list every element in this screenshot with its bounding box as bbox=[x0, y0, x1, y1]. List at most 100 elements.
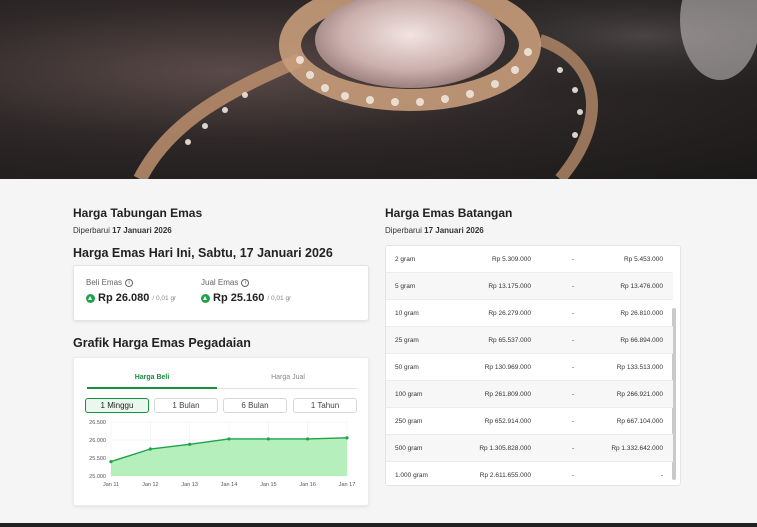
price-up-icon bbox=[201, 293, 210, 303]
separator-cell: - bbox=[572, 418, 575, 425]
table-row: 5 gram Rp 13.175.000 - Rp 13.476.000 bbox=[386, 273, 673, 300]
jual-label: Jual Emas bbox=[201, 278, 239, 287]
price-chart-card: Harga Beli Harga Jual 1 Minggu 1 Bulan 6… bbox=[73, 357, 369, 506]
beli-value: Rp 26.080 bbox=[98, 292, 150, 304]
weight-cell: 2 gram bbox=[395, 256, 416, 263]
buy-price-cell: Rp 5.309.000 bbox=[491, 256, 531, 263]
x-tick-label: Jan 15 bbox=[260, 482, 277, 488]
buy-price-cell: Rp 130.969.000 bbox=[484, 364, 531, 371]
buy-price-cell: Rp 261.809.000 bbox=[484, 391, 531, 398]
data-point[interactable] bbox=[227, 437, 231, 441]
sell-price-cell: Rp 66.894.000 bbox=[620, 337, 663, 344]
jual-value: Rp 25.160 bbox=[213, 292, 265, 304]
buy-price-cell: Rp 1.305.828.000 bbox=[479, 445, 531, 452]
data-point[interactable] bbox=[266, 437, 270, 441]
range-1-bulan-button[interactable]: 1 Bulan bbox=[154, 398, 218, 413]
table-row: 25 gram Rp 65.537.000 - Rp 66.894.000 bbox=[386, 327, 673, 354]
x-tick-label: Jan 11 bbox=[103, 482, 119, 488]
sell-price-cell: Rp 26.810.000 bbox=[620, 310, 663, 317]
x-tick-label: Jan 16 bbox=[299, 482, 316, 488]
tab-harga-beli[interactable]: Harga Beli bbox=[87, 372, 217, 389]
info-icon[interactable]: i bbox=[241, 278, 250, 287]
content-area: Harga Tabungan Emas Diperbarui 17 Januar… bbox=[0, 179, 757, 527]
table-row: 10 gram Rp 26.279.000 - Rp 26.810.000 bbox=[386, 300, 673, 327]
sell-price-cell: Rp 266.921.000 bbox=[616, 391, 663, 398]
batangan-price-table[interactable]: 2 gram Rp 5.309.000 - Rp 5.453.000 5 gram Rp … bbox=[385, 245, 681, 486]
updated-prefix: Diperbarui bbox=[385, 226, 422, 235]
separator-cell: - bbox=[572, 283, 575, 290]
weight-cell: 250 gram bbox=[395, 418, 423, 425]
jual-unit: / 0,01 gr bbox=[267, 294, 292, 302]
y-tick-label: 26.000 bbox=[89, 438, 106, 444]
weight-cell: 50 gram bbox=[395, 364, 419, 371]
data-point[interactable] bbox=[148, 447, 152, 451]
updated-prefix: Diperbarui bbox=[73, 226, 110, 235]
separator-cell: - bbox=[572, 445, 575, 452]
sell-price-cell: Rp 5.453.000 bbox=[623, 256, 663, 263]
weight-cell: 500 gram bbox=[395, 445, 423, 452]
buy-price-cell: Rp 13.175.000 bbox=[488, 283, 531, 290]
sell-price-cell: Rp 133.513.000 bbox=[616, 364, 663, 371]
data-point[interactable] bbox=[306, 437, 310, 441]
range-1-minggu-button[interactable]: 1 Minggu bbox=[85, 398, 149, 413]
price-up-icon bbox=[86, 293, 95, 303]
range-1-tahun-button[interactable]: 1 Tahun bbox=[293, 398, 357, 413]
ring-photo bbox=[0, 0, 757, 179]
table-row: 250 gram Rp 652.914.000 - Rp 667.104.000 bbox=[386, 408, 673, 435]
hero-banner-image bbox=[0, 0, 757, 179]
y-tick-label: 26.500 bbox=[89, 420, 106, 426]
buy-price-cell: Rp 652.914.000 bbox=[484, 418, 531, 425]
table-row: 2 gram Rp 5.309.000 - Rp 5.453.000 bbox=[386, 246, 673, 273]
weight-cell: 100 gram bbox=[395, 391, 423, 398]
y-tick-label: 25.500 bbox=[89, 456, 106, 462]
table-row: 100 gram Rp 261.809.000 - Rp 266.921.000 bbox=[386, 381, 673, 408]
weight-cell: 25 gram bbox=[395, 337, 419, 344]
tabungan-updated: Diperbarui 17 Januari 2026 bbox=[73, 226, 172, 235]
batangan-title: Harga Emas Batangan bbox=[385, 206, 513, 220]
info-icon[interactable]: i bbox=[125, 278, 134, 287]
separator-cell: - bbox=[572, 472, 575, 479]
x-tick-label: Jan 12 bbox=[142, 482, 159, 488]
jual-emas-block: Jual Emas i Rp 25.160 / 0,01 gr bbox=[201, 278, 291, 304]
x-tick-label: Jan 17 bbox=[339, 482, 356, 488]
sell-price-cell: Rp 13.476.000 bbox=[620, 283, 663, 290]
data-point[interactable] bbox=[345, 436, 349, 440]
updated-date: 17 Januari 2026 bbox=[112, 226, 172, 235]
beli-unit: / 0,01 gr bbox=[152, 294, 177, 302]
batangan-updated: Diperbarui 17 Januari 2026 bbox=[385, 226, 484, 235]
footer-edge bbox=[0, 523, 757, 527]
sell-price-cell: - bbox=[660, 472, 663, 479]
updated-date: 17 Januari 2026 bbox=[424, 226, 484, 235]
data-point[interactable] bbox=[188, 442, 192, 446]
table-row: 50 gram Rp 130.969.000 - Rp 133.513.000 bbox=[386, 354, 673, 381]
series-area bbox=[111, 437, 347, 476]
chart-tabs: Harga Beli Harga Jual bbox=[87, 372, 357, 389]
buy-price-cell: Rp 26.279.000 bbox=[488, 310, 531, 317]
table-row: 500 gram Rp 1.305.828.000 - Rp 1.332.642.00… bbox=[386, 435, 673, 462]
sell-price-cell: Rp 1.332.642.000 bbox=[611, 445, 663, 452]
today-price-title: Harga Emas Hari Ini, Sabtu, 17 Januari 2… bbox=[73, 246, 333, 260]
grafik-title: Grafik Harga Emas Pegadaian bbox=[73, 336, 251, 350]
weight-cell: 1.000 gram bbox=[395, 472, 428, 479]
today-price-card: Beli Emas i Rp 26.080 / 0,01 gr Jual Ema… bbox=[73, 265, 369, 321]
price-area-chart: 26.500 26.000 25.500 25.000 Jan 11 Jan 12 Jan … bbox=[89, 420, 356, 488]
separator-cell: - bbox=[572, 364, 575, 371]
weight-cell: 10 gram bbox=[395, 310, 419, 317]
buy-price-cell: Rp 65.537.000 bbox=[488, 337, 531, 344]
tabungan-title: Harga Tabungan Emas bbox=[73, 206, 203, 220]
y-tick-label: 25.000 bbox=[89, 474, 106, 480]
separator-cell: - bbox=[572, 256, 575, 263]
data-point[interactable] bbox=[109, 460, 113, 464]
tab-harga-jual[interactable]: Harga Jual bbox=[223, 372, 353, 389]
range-6-bulan-button[interactable]: 6 Bulan bbox=[223, 398, 287, 413]
x-tick-label: Jan 14 bbox=[221, 482, 238, 488]
separator-cell: - bbox=[572, 310, 575, 317]
beli-label: Beli Emas bbox=[86, 278, 123, 287]
weight-cell: 5 gram bbox=[395, 283, 416, 290]
table-row: 1.000 gram Rp 2.611.655.000 - - bbox=[386, 462, 673, 485]
buy-price-cell: Rp 2.611.655.000 bbox=[479, 472, 531, 479]
separator-cell: - bbox=[572, 337, 575, 344]
range-selector: 1 Minggu 1 Bulan 6 Bulan 1 Tahun bbox=[85, 398, 357, 414]
beli-emas-block: Beli Emas i Rp 26.080 / 0,01 gr bbox=[86, 278, 176, 304]
sell-price-cell: Rp 667.104.000 bbox=[616, 418, 663, 425]
